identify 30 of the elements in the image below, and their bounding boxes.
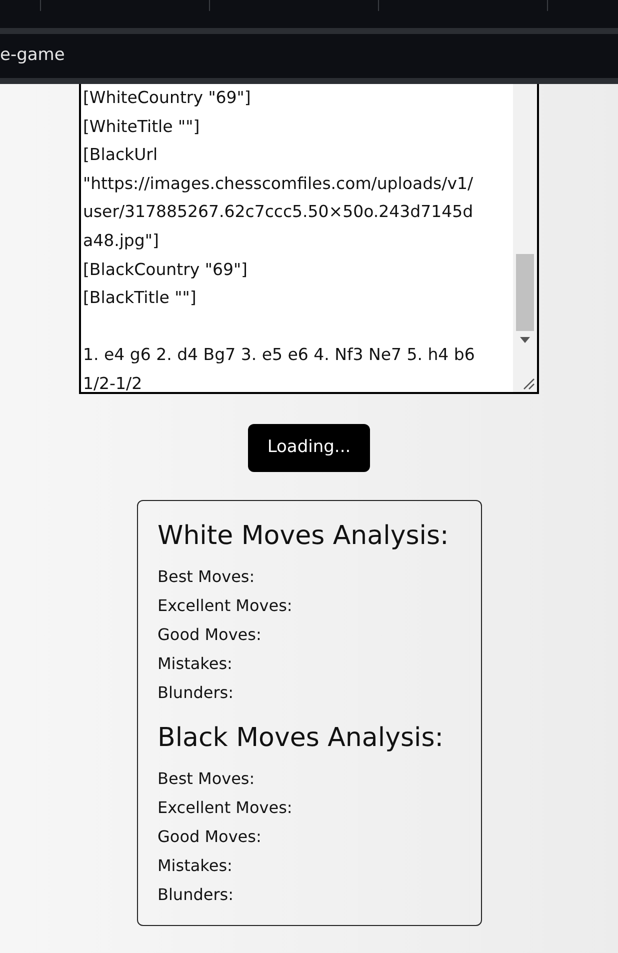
pgn-tag-line: a48.jpg"] [83,230,160,252]
pgn-moves-line: 1/2-1/2 [83,372,144,392]
loading-button[interactable]: Loading... [248,424,370,472]
pgn-tag-line: [WhiteCountry "69"] [83,87,252,109]
pgn-tag-line: user/317885267.62c7ccc5.50×50o.243d7145d [83,201,474,224]
analysis-label: Mistakes: [158,854,234,877]
scroll-down-icon[interactable] [519,336,531,344]
pgn-moves-line: 1. e4 g6 2. d4 Bg7 3. e5 e6 4. Nf3 Ne7 5. h4 b6 [83,344,476,366]
analysis-label: Best Moves: [158,768,256,790]
pgn-tag-line: "https://images.chesscomfiles.com/uploads/v1/ [83,172,474,195]
address-bar[interactable]: e-game [0,34,618,78]
analysis-label: Best Moves: [158,566,256,588]
analysis-label: Good Moves: [158,826,262,848]
url-text: e-game [0,44,65,68]
pgn-tag-line: [BlackCountry "69"] [83,258,248,281]
analysis-label: Blunders: [158,884,235,906]
resize-grip-icon[interactable] [521,376,535,390]
pgn-tag-line: [BlackUrl [83,144,159,166]
scrollbar-thumb[interactable] [516,254,534,331]
analysis-label: Blunders: [158,682,235,704]
analysis-heading: Black Moves Analysis: [158,722,445,754]
analysis-label: Excellent Moves: [158,796,294,819]
pgn-tag-line: [WhiteTitle ""] [83,116,201,138]
pgn-tag-line: [BlackTitle ""] [83,287,198,310]
scrollbar[interactable] [513,84,537,392]
pgn-text-area[interactable] [79,84,539,394]
analysis-heading: White Moves Analysis: [158,520,450,552]
analysis-label: Mistakes: [158,652,234,675]
analysis-label: Excellent Moves: [158,594,294,617]
analysis-label: Good Moves: [158,624,262,646]
